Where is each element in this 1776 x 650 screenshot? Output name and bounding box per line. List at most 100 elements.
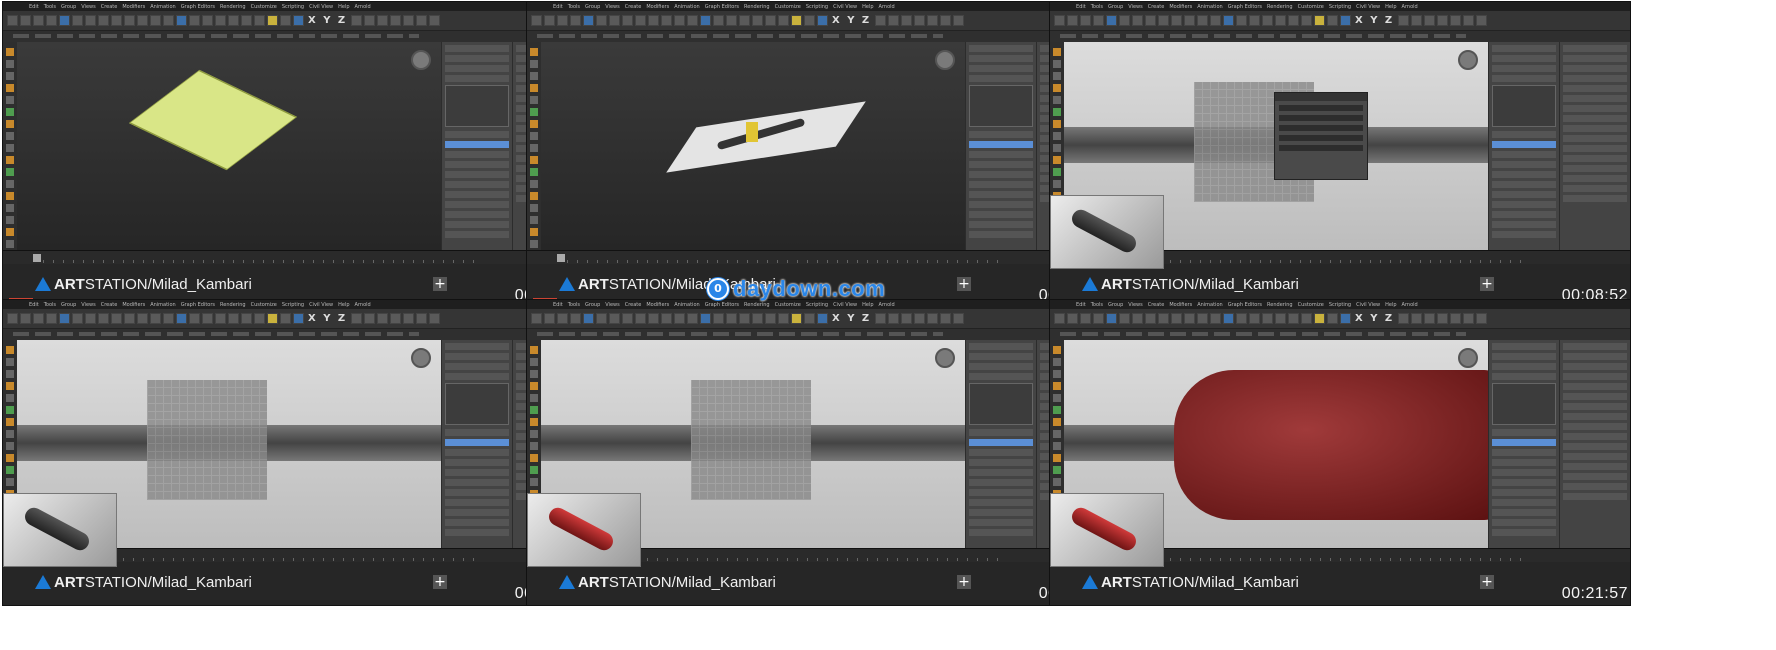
toolbar-button-icon[interactable] [1411,15,1423,26]
ribbon-tabs[interactable] [13,332,419,336]
tool-icon[interactable] [1053,466,1061,474]
toolbar-button-icon[interactable] [33,313,44,324]
modifier-list[interactable] [445,383,509,425]
toolbar-button-icon[interactable] [124,15,135,26]
tool-icon[interactable] [530,204,538,212]
toolbar-button-icon[interactable] [293,313,304,324]
toolbar-button-icon[interactable] [377,313,389,324]
toolbar-button-icon[interactable] [791,313,802,324]
toolbar-button-icon[interactable] [1288,15,1299,26]
toolbar-button-icon[interactable] [1080,15,1091,26]
tool-icon[interactable] [6,240,14,248]
add-button[interactable]: + [1480,575,1494,589]
panel-control[interactable] [1563,473,1627,480]
toolbar-button-icon[interactable] [150,15,161,26]
toolbar-button-icon[interactable] [1093,313,1104,324]
toolbar-button-icon[interactable] [1314,15,1325,26]
menu-item[interactable]: Customize [775,302,801,308]
dialog-field[interactable] [1279,105,1363,111]
toolbar-button-icon[interactable] [111,15,122,26]
toolbar-button-icon[interactable] [661,313,672,324]
toolbar-button-icon[interactable] [1340,313,1351,324]
panel-control[interactable] [445,231,509,238]
toolbar-button-icon[interactable] [953,15,965,26]
menu-item[interactable]: Modifiers [122,302,145,308]
toolbar-button-icon[interactable] [609,313,620,324]
menu-item[interactable]: Civil View [1356,302,1380,308]
toolbar-button-icon[interactable] [1301,313,1312,324]
toolbar-button-icon[interactable] [901,313,913,324]
menu-item[interactable]: Customize [775,4,801,10]
viewcube-icon[interactable] [935,348,955,368]
toolbar-button-icon[interactable] [1223,15,1234,26]
panel-control[interactable] [1563,145,1627,152]
toolbar-button-icon[interactable] [674,313,685,324]
panel-control[interactable] [1563,493,1627,500]
menu-item[interactable]: Views [605,4,619,10]
panel-control[interactable] [1492,343,1556,350]
toolbar-button-icon[interactable] [700,313,711,324]
panel-control[interactable] [1563,45,1627,52]
panel-control[interactable] [445,459,509,466]
toolbar-button-icon[interactable] [1093,15,1104,26]
panel-control[interactable] [969,151,1033,158]
menu-item[interactable]: Tools [568,4,580,10]
toolbar-button-icon[interactable] [1476,313,1488,324]
toolbar-button-icon[interactable] [713,15,724,26]
menu-item[interactable]: Edit [1076,4,1086,10]
toolbar-button-icon[interactable] [1236,313,1247,324]
add-button[interactable]: + [1480,277,1494,291]
toolbar-button-icon[interactable] [189,15,200,26]
tool-icon[interactable] [6,192,14,200]
toolbar-button-icon[interactable] [176,313,187,324]
panel-control[interactable] [1563,155,1627,162]
toolbar-button-icon[interactable] [817,313,828,324]
axis-constraints[interactable]: X Y Z [308,15,347,26]
tool-icon[interactable] [6,216,14,224]
panel-control[interactable] [445,499,509,506]
toolbar-button-icon[interactable] [700,15,711,26]
panel-control[interactable] [1492,529,1556,536]
menu-item[interactable]: Modifiers [1169,4,1192,10]
toolbar-button-icon[interactable] [635,313,646,324]
toolbar-button-icon[interactable] [726,15,737,26]
panel-control[interactable] [445,65,509,72]
add-button[interactable]: + [433,575,447,589]
tool-icon[interactable] [1053,60,1061,68]
panel-control[interactable] [1492,469,1556,476]
toolbar-button-icon[interactable] [202,313,213,324]
toolbar-button-icon[interactable] [1171,15,1182,26]
menu-item[interactable]: Arnold [879,302,895,308]
panel-control[interactable] [969,489,1033,496]
panel-control[interactable] [1563,75,1627,82]
tool-icon[interactable] [530,168,538,176]
tool-icon[interactable] [1053,382,1061,390]
tool-icon[interactable] [6,228,14,236]
toolbar-button-icon[interactable] [1398,15,1410,26]
panel-control[interactable] [969,141,1033,148]
tool-icon[interactable] [1053,370,1061,378]
toolbar-button-icon[interactable] [914,15,926,26]
toolbar-button-icon[interactable] [1184,313,1195,324]
tool-icon[interactable] [530,240,538,248]
menu-item[interactable]: Animation [1197,302,1223,308]
toolbar-button-icon[interactable] [1450,313,1462,324]
tool-icon[interactable] [1053,442,1061,450]
panel-control[interactable] [1563,353,1627,360]
panel-control[interactable] [445,449,509,456]
menu-item[interactable]: Rendering [744,4,770,10]
menu-item[interactable]: Civil View [1356,4,1380,10]
panel-control[interactable] [445,353,509,360]
panel-control[interactable] [1492,449,1556,456]
toolbar-button-icon[interactable] [1106,313,1117,324]
axis-constraints[interactable]: X Y Z [1355,313,1394,324]
panel-control[interactable] [445,131,509,138]
toolbar-button-icon[interactable] [1223,313,1234,324]
panel-control[interactable] [969,449,1033,456]
toolbar-button-icon[interactable] [1249,15,1260,26]
panel-control[interactable] [969,509,1033,516]
toolbar-button-icon[interactable] [111,313,122,324]
options-dialog[interactable] [1274,92,1368,180]
menu-item[interactable]: Customize [1298,302,1324,308]
plane-object[interactable] [128,69,298,171]
